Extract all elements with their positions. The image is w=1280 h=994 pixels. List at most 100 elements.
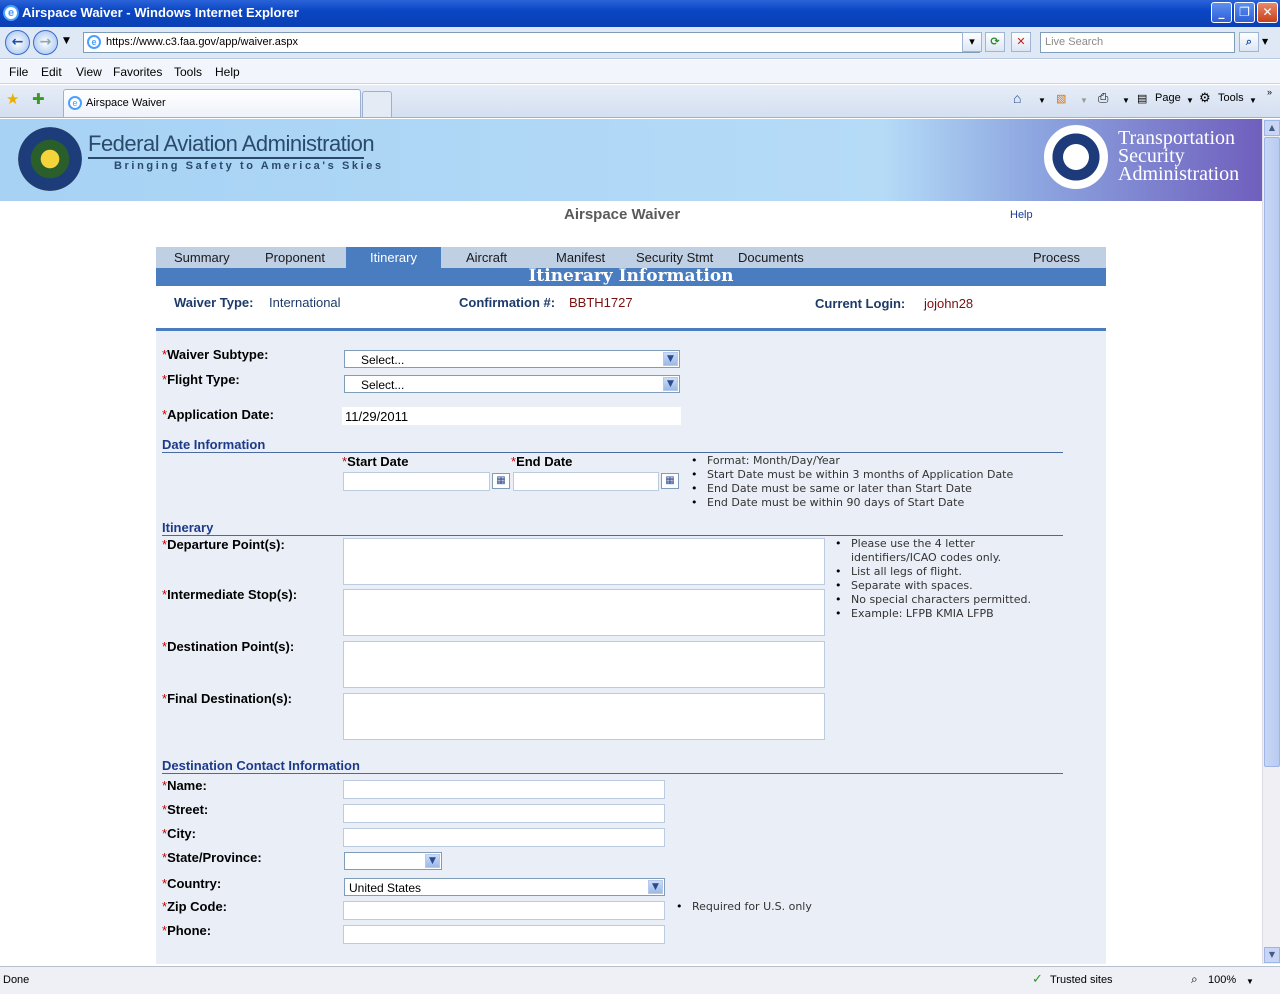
street-input[interactable] — [343, 804, 665, 823]
destination-label: *Destination Point(s): — [162, 639, 295, 654]
chevron-more-icon[interactable]: » — [1267, 87, 1272, 97]
final-destination-label: *Final Destination(s): — [162, 691, 293, 706]
forward-button[interactable]: → — [33, 30, 58, 55]
current-login-value: jojohn28 — [924, 296, 974, 311]
phone-label: *Phone: — [162, 923, 212, 938]
feeds-icon[interactable]: ▧ — [1056, 92, 1066, 105]
feeds-dropdown-icon[interactable]: ▼ — [1080, 96, 1088, 105]
maximize-button[interactable]: ❐ — [1234, 2, 1255, 23]
refresh-icon[interactable]: ⟳ — [985, 32, 1005, 52]
tab-summary[interactable]: Summary — [174, 250, 230, 265]
zip-input[interactable] — [343, 901, 665, 920]
country-select[interactable]: United States ▼ — [344, 878, 665, 896]
itinerary-note: Example: LFPB KMIA LFPB — [835, 607, 1031, 621]
tab-documents[interactable]: Documents — [738, 250, 804, 265]
add-favorite-icon[interactable]: ✚ — [32, 90, 45, 108]
phone-input[interactable] — [343, 925, 665, 944]
final-destination-textarea[interactable] — [343, 693, 825, 740]
confirmation-value: BBTH1727 — [569, 295, 633, 310]
departure-textarea[interactable] — [343, 538, 825, 585]
tab-ie-icon: e — [68, 96, 82, 110]
end-date-calendar-icon[interactable]: ▦ — [661, 473, 679, 489]
itinerary-note: No special characters permitted. — [835, 593, 1031, 607]
menu-file[interactable]: File — [9, 65, 28, 79]
start-date-calendar-icon[interactable]: ▦ — [492, 473, 510, 489]
faa-divider — [88, 157, 364, 159]
tab-security-stmt[interactable]: Security Stmt — [636, 250, 713, 265]
page-menu[interactable]: Page — [1155, 92, 1181, 104]
tab-title: Airspace Waiver — [86, 97, 166, 109]
tab-proponent[interactable]: Proponent — [265, 250, 325, 265]
date-note: End Date must be within 90 days of Start… — [691, 496, 1013, 510]
vertical-scrollbar[interactable]: ▲ ▼ — [1262, 119, 1280, 964]
home-icon[interactable]: ⌂ — [1013, 90, 1021, 106]
country-label: *Country: — [162, 876, 222, 891]
search-icon[interactable]: ⌕ — [1239, 32, 1259, 52]
search-input[interactable]: Live Search — [1040, 32, 1235, 53]
tab-process[interactable]: Process — [1033, 250, 1080, 265]
menu-tools[interactable]: Tools — [174, 65, 202, 79]
scroll-up-icon[interactable]: ▲ — [1264, 120, 1280, 136]
zip-note-text: Required for U.S. only — [676, 900, 812, 914]
back-button[interactable]: ← — [5, 30, 30, 55]
state-select[interactable]: ▼ — [344, 852, 442, 870]
form-nav-tabs: Summary Proponent Itinerary Aircraft Man… — [156, 247, 1106, 268]
browser-tab-active[interactable]: e Airspace Waiver — [63, 89, 361, 117]
tsa-name: Transportation Security Administration — [1118, 128, 1262, 184]
end-date-input[interactable] — [513, 472, 659, 491]
zoom-icon[interactable]: ⌕ — [1191, 972, 1198, 987]
application-date-label: *Application Date: — [162, 407, 274, 422]
zoom-dropdown-icon[interactable]: ▼ — [1246, 977, 1254, 986]
history-dropdown-icon[interactable]: ▼ — [63, 36, 70, 46]
address-toolbar: ← → ▼ e https://www.c3.faa.gov/app/waive… — [0, 27, 1280, 59]
start-date-input[interactable] — [343, 472, 490, 491]
tools-dropdown-icon[interactable]: ▼ — [1249, 96, 1257, 105]
destination-contact-heading: Destination Contact Information — [162, 758, 360, 773]
intermediate-textarea[interactable] — [343, 589, 825, 636]
menu-bar: File Edit View Favorites Tools Help — [0, 60, 1280, 84]
flight-type-select[interactable]: Select... ▼ — [344, 375, 680, 393]
home-dropdown-icon[interactable]: ▼ — [1038, 96, 1046, 105]
name-label: *Name: — [162, 778, 207, 793]
itinerary-divider — [162, 535, 1063, 536]
page-dropdown-icon[interactable]: ▼ — [1186, 96, 1194, 105]
departure-label: *Departure Point(s): — [162, 537, 285, 552]
window-title: Airspace Waiver - Windows Internet Explo… — [22, 5, 299, 20]
chevron-down-icon: ▼ — [663, 352, 678, 366]
close-button[interactable]: ✕ — [1257, 2, 1278, 23]
tab-itinerary[interactable]: Itinerary — [346, 247, 441, 268]
search-options-icon[interactable]: ▼ — [1262, 37, 1268, 46]
new-tab-button[interactable] — [362, 91, 392, 117]
city-input[interactable] — [343, 828, 665, 847]
menu-help[interactable]: Help — [215, 65, 240, 79]
waiver-subtype-select[interactable]: Select... ▼ — [344, 350, 680, 368]
menu-edit[interactable]: Edit — [41, 65, 62, 79]
print-dropdown-icon[interactable]: ▼ — [1122, 96, 1130, 105]
tab-aircraft[interactable]: Aircraft — [466, 250, 507, 265]
tab-manifest[interactable]: Manifest — [556, 250, 605, 265]
date-notes: Format: Month/Day/Year Start Date must b… — [691, 454, 1013, 510]
tools-menu[interactable]: Tools — [1218, 92, 1244, 104]
scroll-down-icon[interactable]: ▼ — [1264, 947, 1280, 963]
city-label: *City: — [162, 826, 196, 841]
print-icon[interactable]: ⎙ — [1098, 90, 1108, 106]
application-date-field: 11/29/2011 — [342, 407, 681, 425]
end-date-label: *End Date — [511, 454, 573, 469]
scroll-thumb[interactable] — [1264, 137, 1280, 767]
current-login-label: Current Login: — [815, 296, 906, 311]
address-bar[interactable]: e https://www.c3.faa.gov/app/waiver.aspx — [83, 32, 980, 53]
name-input[interactable] — [343, 780, 665, 799]
url-text: https://www.c3.faa.gov/app/waiver.aspx — [106, 36, 298, 48]
stop-icon[interactable]: ✕ — [1011, 32, 1031, 52]
address-dropdown-icon[interactable]: ▾ — [962, 32, 982, 52]
menu-view[interactable]: View — [76, 65, 102, 79]
help-link[interactable]: Help — [1010, 209, 1033, 221]
minimize-button[interactable]: _ — [1211, 2, 1232, 23]
start-date-label: *Start Date — [342, 454, 409, 469]
favorites-star-icon[interactable]: ★ — [6, 90, 19, 108]
state-label: *State/Province: — [162, 850, 262, 865]
zoom-level[interactable]: 100% — [1208, 974, 1236, 986]
menu-favorites[interactable]: Favorites — [113, 65, 162, 79]
zip-note: Required for U.S. only — [676, 900, 812, 914]
destination-textarea[interactable] — [343, 641, 825, 688]
